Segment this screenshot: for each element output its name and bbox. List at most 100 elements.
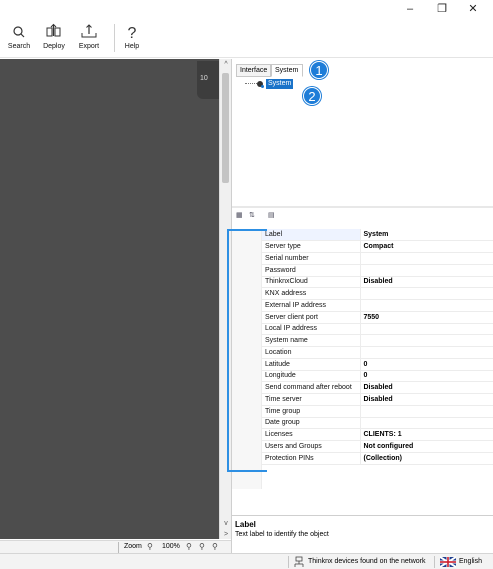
- property-row[interactable]: KNX address: [262, 287, 493, 300]
- property-value[interactable]: System: [359, 229, 493, 242]
- description-text: Text label to identify the object: [235, 531, 329, 538]
- svg-text:?: ?: [128, 25, 137, 42]
- property-key: Licenses: [262, 428, 360, 441]
- property-row[interactable]: Time group: [262, 405, 493, 418]
- toolbar: Search Deploy Export ? Help: [0, 18, 493, 58]
- property-pages-icon[interactable]: ▤: [268, 211, 280, 223]
- tree-node-system[interactable]: System: [266, 79, 294, 89]
- property-row[interactable]: Serial number: [262, 252, 493, 265]
- title-bar: – ❐ ✕: [0, 0, 493, 18]
- property-row[interactable]: Label System: [262, 229, 493, 242]
- property-value[interactable]: [359, 299, 493, 312]
- zoom-reset-icon[interactable]: ⚲: [212, 542, 218, 551]
- property-value[interactable]: (Collection): [359, 452, 493, 465]
- deploy-button[interactable]: Deploy: [38, 22, 70, 56]
- categorized-icon[interactable]: ▦: [236, 211, 248, 223]
- property-value[interactable]: Disabled: [359, 276, 493, 289]
- property-row[interactable]: Server client port 7550: [262, 311, 493, 324]
- property-key: Local IP address: [262, 323, 360, 336]
- chevron-down-icon[interactable]: v: [221, 520, 231, 527]
- property-value[interactable]: [359, 417, 493, 430]
- property-row[interactable]: External IP address: [262, 299, 493, 312]
- property-row[interactable]: Longitude 0: [262, 370, 493, 383]
- property-row[interactable]: Location: [262, 346, 493, 359]
- chevron-right-icon[interactable]: >: [221, 531, 231, 538]
- export-button[interactable]: Export: [74, 22, 104, 56]
- deploy-label: Deploy: [43, 43, 65, 50]
- property-row[interactable]: System name: [262, 334, 493, 347]
- uk-flag-icon: [440, 556, 456, 568]
- property-key: Serial number: [262, 252, 360, 265]
- property-value[interactable]: Compact: [359, 240, 493, 253]
- property-value[interactable]: Not configured: [359, 440, 493, 453]
- zoom-in-icon[interactable]: ⚲: [186, 542, 192, 551]
- tab-interface[interactable]: Interface: [236, 64, 271, 77]
- property-key: Time server: [262, 393, 360, 406]
- search-label: Search: [7, 43, 31, 50]
- property-row[interactable]: Local IP address: [262, 323, 493, 336]
- search-button[interactable]: Search: [4, 22, 34, 56]
- language-selector[interactable]: English: [459, 558, 482, 565]
- property-value[interactable]: Disabled: [359, 381, 493, 394]
- description-panel: Label Text label to identify the object: [232, 515, 493, 553]
- highlight-bracket: [227, 229, 267, 472]
- property-value[interactable]: [359, 334, 493, 347]
- property-value[interactable]: [359, 346, 493, 359]
- property-row[interactable]: Password: [262, 264, 493, 277]
- sort-alphabetical-icon[interactable]: ⇅: [249, 211, 261, 223]
- zoom-icon[interactable]: ⚲: [147, 542, 153, 551]
- property-value[interactable]: [359, 323, 493, 336]
- property-key: KNX address: [262, 287, 360, 300]
- property-value[interactable]: 0: [359, 358, 493, 371]
- property-key: Protection PINs: [262, 452, 360, 465]
- zoom-value: 100%: [162, 543, 180, 550]
- design-canvas[interactable]: 10: [0, 59, 219, 539]
- zoom-bar: Zoom ⚲ 100% ⚲ ⚲ ⚲: [0, 540, 231, 553]
- property-row[interactable]: Latitude 0: [262, 358, 493, 371]
- property-key: Server client port: [262, 311, 360, 324]
- server-node-icon: [257, 81, 264, 88]
- property-value[interactable]: 0: [359, 370, 493, 383]
- property-key: Latitude: [262, 358, 360, 371]
- property-value[interactable]: [359, 264, 493, 277]
- property-value[interactable]: Disabled: [359, 393, 493, 406]
- canvas-page-tab[interactable]: 10: [197, 61, 219, 99]
- property-key: Send command after reboot: [262, 381, 360, 394]
- callout-marker-2: 2: [303, 87, 321, 105]
- property-row[interactable]: Protection PINs (Collection): [262, 452, 493, 465]
- search-icon: [13, 26, 25, 38]
- property-row[interactable]: Time server Disabled: [262, 393, 493, 406]
- property-row[interactable]: Users and Groups Not configured: [262, 440, 493, 453]
- close-button[interactable]: ✕: [462, 2, 484, 16]
- help-icon: ?: [128, 25, 137, 42]
- help-button[interactable]: ? Help: [120, 22, 144, 56]
- property-key: System name: [262, 334, 360, 347]
- property-key: Password: [262, 264, 360, 277]
- callout-marker-1: 1: [310, 61, 328, 79]
- tab-system[interactable]: System: [271, 64, 303, 77]
- scrollbar-thumb[interactable]: [222, 73, 229, 183]
- property-key: Time group: [262, 405, 360, 418]
- zoom-label: Zoom: [124, 543, 142, 550]
- panel-splitter[interactable]: [232, 206, 493, 208]
- property-row[interactable]: Server type Compact: [262, 240, 493, 253]
- minimize-button[interactable]: –: [399, 2, 421, 16]
- status-separator: [434, 556, 435, 568]
- property-key: ThinknxCloud: [262, 276, 360, 289]
- property-value[interactable]: CLIENTS: 1: [359, 428, 493, 441]
- property-row[interactable]: Send command after reboot Disabled: [262, 381, 493, 394]
- property-value[interactable]: [359, 405, 493, 418]
- property-row[interactable]: Date group: [262, 417, 493, 430]
- description-toggle[interactable]: v >: [221, 520, 231, 538]
- property-grid: Label System Server type Compact Serial numb…: [262, 229, 493, 465]
- property-row[interactable]: Licenses CLIENTS: 1: [262, 428, 493, 441]
- property-value[interactable]: 7550: [359, 311, 493, 324]
- zoom-separator: [118, 542, 119, 553]
- zoom-out-icon[interactable]: ⚲: [199, 542, 205, 551]
- property-value[interactable]: [359, 252, 493, 265]
- property-row[interactable]: ThinknxCloud Disabled: [262, 276, 493, 289]
- property-value[interactable]: [359, 287, 493, 300]
- export-label: Export: [78, 43, 100, 50]
- restore-button[interactable]: ❐: [431, 2, 453, 16]
- property-toolbar: ▦ ⇅ ▤: [232, 209, 493, 225]
